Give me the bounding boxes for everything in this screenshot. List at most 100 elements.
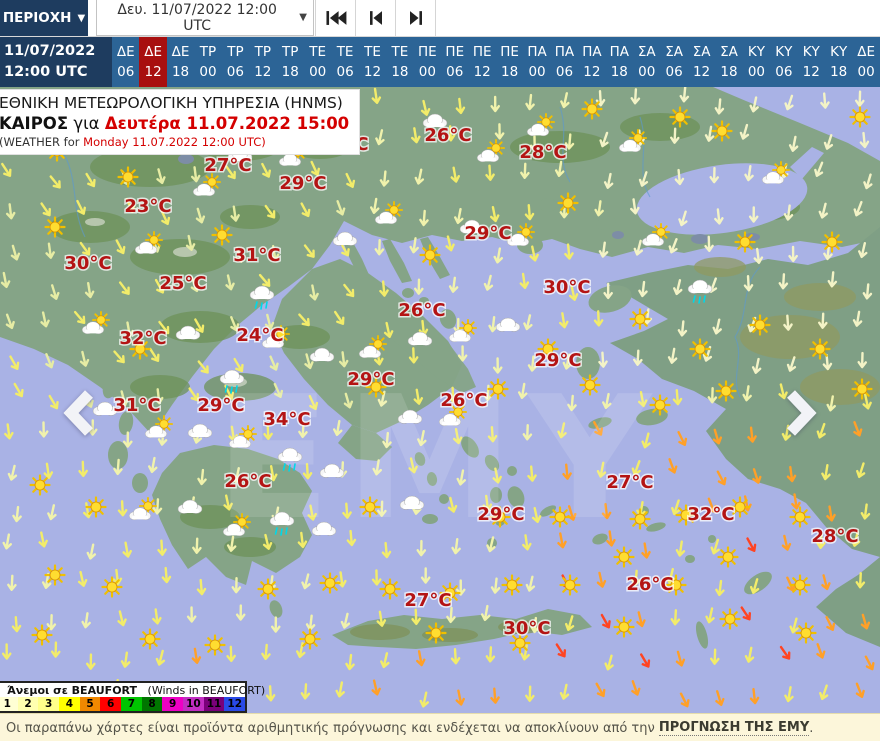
forecast-timeline: 11/07/2022 12:00 UTC ΔΕ 06 ΔΕ 12 ΔΕ 18 ΤΡ 00 ΤΡ 0…	[0, 37, 880, 87]
terrain-shading	[694, 257, 746, 277]
sun-icon	[734, 231, 756, 253]
beaufort-12: 12	[224, 697, 246, 711]
sun-icon	[211, 224, 233, 246]
skip-to-first-button[interactable]	[316, 0, 356, 36]
timeline-step-ΠΕ-12[interactable]: ΠΕ 12	[468, 37, 495, 87]
temperature-label: 25°C	[159, 273, 206, 294]
sun-icon	[579, 374, 601, 396]
timeline-step-ΤΕ-06[interactable]: ΤΕ 06	[331, 37, 358, 87]
beaufort-4: 4	[59, 697, 80, 711]
island	[540, 198, 556, 212]
timeline-step-ΤΕ-12[interactable]: ΤΕ 12	[359, 37, 386, 87]
sun-icon	[749, 314, 771, 336]
temperature-label: 27°C	[606, 472, 653, 493]
island	[402, 288, 414, 298]
timeline-step-ΔΕ-06[interactable]: ΔΕ 06	[112, 37, 139, 87]
step-forward-button[interactable]	[396, 0, 436, 36]
sun-icon	[139, 628, 161, 650]
timeline-hour-label: 18	[391, 64, 409, 80]
timeline-step-ΔΕ-00[interactable]: ΔΕ 00	[852, 37, 879, 87]
timeline-step-ΚΥ-12[interactable]: ΚΥ 12	[798, 37, 825, 87]
step-back-icon	[369, 11, 382, 25]
timeline-step-ΤΡ-00[interactable]: ΤΡ 00	[194, 37, 221, 87]
sun-icon	[44, 216, 66, 238]
temperature-label: 27°C	[404, 590, 451, 611]
sun-icon	[299, 628, 321, 650]
sun-icon	[581, 98, 603, 120]
sun-icon	[319, 572, 341, 594]
temperature-label: 32°C	[119, 328, 166, 349]
timeline-step-ΔΕ-18[interactable]: ΔΕ 18	[167, 37, 194, 87]
terrain-shading	[784, 283, 856, 311]
sun-icon	[821, 231, 843, 253]
sun-icon	[717, 546, 739, 568]
map-prev-arrow[interactable]	[58, 387, 102, 439]
timeline-day-label: ΤΡ	[199, 43, 217, 60]
timeline-step-ΣΑ-00[interactable]: ΣΑ 00	[633, 37, 660, 87]
temperature-label: 26°C	[424, 125, 471, 146]
beaufort-7: 7	[121, 697, 142, 711]
timeline-step-ΚΥ-18[interactable]: ΚΥ 18	[825, 37, 852, 87]
skip-to-first-icon	[325, 11, 346, 25]
timeline-step-ΣΑ-12[interactable]: ΣΑ 12	[688, 37, 715, 87]
temperature-label: 28°C	[519, 142, 566, 163]
sun-icon	[851, 378, 873, 400]
timeline-step-ΠΑ-00[interactable]: ΠΑ 00	[523, 37, 550, 87]
timeline-step-ΤΕ-00[interactable]: ΤΕ 00	[304, 37, 331, 87]
step-back-button[interactable]	[356, 0, 396, 36]
map-area: ΕΜΥ29°C26°C27°C28°C29°C23°C29°C30°C31°C2…	[0, 87, 880, 713]
chevron-down-icon: ▼	[77, 12, 86, 24]
timeline-step-ΠΕ-00[interactable]: ΠΕ 00	[414, 37, 441, 87]
region-dropdown-button[interactable]: ΠΕΡΙΟΧΗ ▼	[0, 0, 88, 36]
sun-icon	[419, 244, 441, 266]
sun-icon	[789, 574, 811, 596]
timeline-step-ΠΕ-06[interactable]: ΠΕ 06	[441, 37, 468, 87]
timeline-day-label: ΤΕ	[364, 43, 381, 60]
timeline-day-label: ΠΑ	[554, 43, 575, 60]
beaufort-11: 11	[203, 697, 225, 711]
map-next-arrow[interactable]	[778, 387, 822, 439]
timeline-step-ΤΡ-12[interactable]: ΤΡ 12	[249, 37, 276, 87]
weather-map: ΕΜΥ29°C26°C27°C28°C29°C23°C29°C30°C31°C2…	[0, 87, 880, 713]
timeline-hour-label: 12	[692, 64, 711, 80]
timeline-day-label: ΤΕ	[391, 43, 409, 60]
temperature-label: 31°C	[233, 245, 280, 266]
timeline-step-ΚΥ-00[interactable]: ΚΥ 00	[743, 37, 770, 87]
sun-icon	[715, 380, 737, 402]
timeline-hour-label: 06	[226, 64, 244, 80]
timeline-hour-label: 00	[747, 64, 765, 80]
terrain-shading	[350, 624, 410, 640]
timeline-hour-label: 06	[775, 64, 793, 80]
timeline-step-ΤΡ-18[interactable]: ΤΡ 18	[277, 37, 304, 87]
temperature-label: 29°C	[279, 173, 326, 194]
sun-icon	[711, 120, 733, 142]
timeline-hour-label: 18	[720, 64, 738, 80]
timeline-columns: ΔΕ 06 ΔΕ 12 ΔΕ 18 ΤΡ 00 ΤΡ 06 ΤΡ 12 ΤΡ 18 ΤΕ 00 ΤΕ 06 ΤΕ 12…	[112, 37, 880, 87]
chevron-left-icon	[63, 390, 93, 436]
timeline-step-ΔΕ-12[interactable]: ΔΕ 12	[139, 37, 167, 87]
forecast-link[interactable]: ΠΡΟΓΝΩΣΗ ΤΗΣ ΕΜΥ	[658, 720, 810, 736]
beaufort-1: 1	[0, 697, 18, 711]
timeline-step-ΤΡ-06[interactable]: ΤΡ 06	[222, 37, 249, 87]
timeline-step-ΣΑ-06[interactable]: ΣΑ 06	[660, 37, 687, 87]
sun-icon	[425, 622, 447, 644]
temperature-label: 29°C	[464, 223, 511, 244]
timeline-step-ΣΑ-18[interactable]: ΣΑ 18	[715, 37, 742, 87]
island	[708, 535, 716, 543]
timeline-step-ΠΑ-06[interactable]: ΠΑ 06	[551, 37, 578, 87]
service-name: ΕΘΝΙΚΗ ΜΕΤΕΩΡΟΛΟΓΙΚΗ ΥΠΗΡΕΣΙΑ (HNMS)	[0, 94, 343, 112]
sun-icon	[549, 506, 571, 528]
sun-icon	[204, 634, 226, 656]
status-bar: Οι παραπάνω χάρτες είναι προϊόντα αριθμη…	[0, 713, 880, 741]
temperature-label: 29°C	[477, 504, 524, 525]
timeline-day-label: ΚΥ	[775, 43, 793, 60]
island	[685, 555, 695, 563]
timeline-hour-label: 18	[610, 64, 628, 80]
datetime-dropdown[interactable]: Δευ. 11/07/2022 12:00 UTC ▼	[96, 0, 314, 36]
timeline-step-ΠΑ-12[interactable]: ΠΑ 12	[578, 37, 605, 87]
timeline-step-ΠΑ-18[interactable]: ΠΑ 18	[606, 37, 633, 87]
timeline-step-ΚΥ-06[interactable]: ΚΥ 06	[770, 37, 797, 87]
timeline-step-ΤΕ-18[interactable]: ΤΕ 18	[386, 37, 413, 87]
timeline-step-ΠΕ-18[interactable]: ΠΕ 18	[496, 37, 523, 87]
disclaimer-text: Οι παραπάνω χάρτες είναι προϊόντα αριθμη…	[6, 720, 659, 736]
